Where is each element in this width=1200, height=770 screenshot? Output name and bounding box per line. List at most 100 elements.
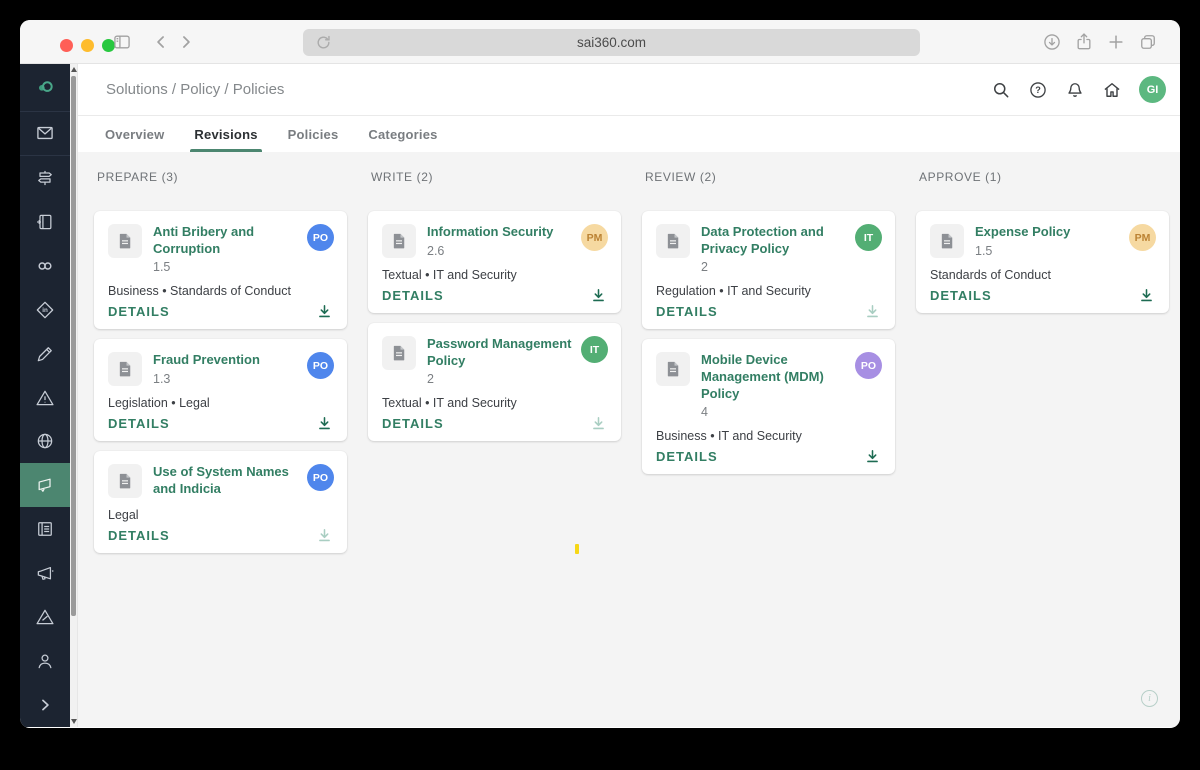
address-bar[interactable]: sai360.com	[303, 29, 920, 56]
scrollbar-thumb[interactable]	[71, 76, 76, 616]
document-icon	[656, 352, 690, 387]
search-icon[interactable]	[991, 80, 1011, 100]
document-icon	[108, 352, 142, 387]
tab-categories[interactable]: Categories	[353, 116, 452, 152]
download-icon[interactable]	[864, 448, 881, 465]
policy-version: 2	[427, 372, 434, 387]
scroll-down-arrow[interactable]	[71, 719, 77, 724]
document-icon	[108, 224, 142, 258]
reload-icon[interactable]	[315, 34, 332, 51]
policy-version: 2.6	[427, 243, 445, 258]
column-write: WRITE (2) Information Security 2.6 PM Te…	[368, 170, 621, 563]
policy-title[interactable]: Anti Bribery and Corruption	[153, 224, 303, 257]
column-header: APPROVE (1)	[919, 170, 1002, 184]
forward-icon[interactable]	[176, 32, 196, 52]
diamond-in-icon[interactable]: in	[20, 288, 70, 332]
person-icon[interactable]	[20, 639, 70, 683]
policy-title[interactable]: Expense Policy	[975, 224, 1070, 241]
details-link[interactable]: DETAILS	[382, 288, 444, 303]
tab-overview[interactable]: Overview	[90, 116, 179, 152]
policy-tags: Legal	[108, 508, 139, 523]
details-link[interactable]: DETAILS	[382, 416, 444, 431]
revisions-board: PREPARE (3) Anti Bribery and Corruption …	[78, 152, 1180, 727]
policy-tags: Business • IT and Security	[656, 429, 802, 444]
assignee-avatar[interactable]: PM	[1129, 224, 1156, 251]
help-icon[interactable]: ?	[1028, 80, 1048, 100]
globe-icon[interactable]	[20, 419, 70, 463]
back-icon[interactable]	[151, 32, 171, 52]
scrollbar[interactable]	[70, 64, 78, 727]
policy-title[interactable]: Use of System Names and Indicia	[153, 464, 303, 497]
policy-version: 2	[701, 260, 708, 275]
policy-card[interactable]: Information Security 2.6 PM Textual • IT…	[368, 211, 621, 313]
column-review: REVIEW (2) Data Protection and Privacy P…	[642, 170, 895, 563]
download-icon[interactable]	[864, 303, 881, 320]
breadcrumb: Solutions / Policy / Policies	[106, 81, 285, 98]
policy-version: 4	[701, 405, 708, 420]
warning-icon[interactable]	[20, 376, 70, 420]
signpost-icon[interactable]	[20, 156, 70, 200]
share-icon[interactable]	[1074, 32, 1094, 52]
assignee-avatar[interactable]: IT	[581, 336, 608, 363]
policy-card[interactable]: Fraud Prevention 1.3 PO Legislation • Le…	[94, 339, 347, 442]
policy-title[interactable]: Information Security	[427, 224, 553, 241]
toggle-sidebar-icon[interactable]	[112, 32, 132, 52]
mail-icon[interactable]	[20, 112, 70, 156]
policy-card[interactable]: Mobile Device Management (MDM) Policy 4 …	[642, 339, 895, 475]
document-icon	[108, 464, 142, 499]
minimize-window-button[interactable]	[81, 39, 94, 52]
expand-sidebar-icon[interactable]	[20, 683, 70, 727]
tab-overview-icon[interactable]	[1138, 32, 1158, 52]
details-link[interactable]: DETAILS	[108, 304, 170, 319]
home-icon[interactable]	[1102, 80, 1122, 100]
policy-card[interactable]: Data Protection and Privacy Policy 2 IT …	[642, 211, 895, 330]
policy-title[interactable]: Data Protection and Privacy Policy	[701, 224, 851, 257]
scroll-up-arrow[interactable]	[71, 67, 77, 72]
cursor-artifact	[575, 544, 579, 554]
sidebar-item-policy[interactable]	[20, 463, 70, 508]
policy-title[interactable]: Mobile Device Management (MDM) Policy	[701, 352, 851, 402]
link-icon[interactable]	[20, 244, 70, 288]
downloads-icon[interactable]	[1042, 32, 1062, 52]
assignee-avatar[interactable]: PM	[581, 224, 608, 251]
user-avatar[interactable]: GI	[1139, 76, 1166, 103]
close-window-button[interactable]	[60, 39, 73, 52]
tab-revisions[interactable]: Revisions	[179, 116, 272, 152]
download-icon[interactable]	[316, 415, 333, 432]
policy-title[interactable]: Password Management Policy	[427, 336, 577, 369]
browser-window: sai360.com in Solutions / Policy / Polic…	[20, 20, 1180, 728]
policy-card[interactable]: Use of System Names and Indicia PO Legal…	[94, 451, 347, 554]
download-icon[interactable]	[1138, 287, 1155, 304]
assignee-avatar[interactable]: IT	[855, 224, 882, 251]
details-link[interactable]: DETAILS	[108, 416, 170, 431]
policy-tags: Business • Standards of Conduct	[108, 284, 291, 299]
journal-icon[interactable]	[20, 200, 70, 244]
app-header: Solutions / Policy / Policies ? GI	[78, 64, 1180, 116]
list-icon[interactable]	[20, 507, 70, 551]
details-link[interactable]: DETAILS	[108, 528, 170, 543]
tab-policies[interactable]: Policies	[273, 116, 354, 152]
download-icon[interactable]	[316, 527, 333, 544]
assignee-avatar[interactable]: PO	[307, 224, 334, 251]
warning-alt-icon[interactable]	[20, 595, 70, 639]
notifications-icon[interactable]	[1065, 80, 1085, 100]
policy-card[interactable]: Password Management Policy 2 IT Textual …	[368, 323, 621, 442]
policy-card[interactable]: Anti Bribery and Corruption 1.5 PO Busin…	[94, 211, 347, 330]
window-controls	[60, 39, 115, 52]
details-link[interactable]: DETAILS	[930, 288, 992, 303]
megaphone-icon[interactable]	[20, 551, 70, 595]
column-header: PREPARE (3)	[97, 170, 179, 184]
policy-tags: Legislation • Legal	[108, 396, 210, 411]
policy-title[interactable]: Fraud Prevention	[153, 352, 260, 369]
download-icon[interactable]	[590, 287, 607, 304]
sai360-logo[interactable]	[20, 64, 70, 112]
info-icon[interactable]: i	[1141, 690, 1158, 707]
download-icon[interactable]	[590, 415, 607, 432]
policy-card[interactable]: Expense Policy 1.5 PM Standards of Condu…	[916, 211, 1169, 313]
policy-version: 1.3	[153, 371, 171, 386]
new-tab-icon[interactable]	[1106, 32, 1126, 52]
download-icon[interactable]	[316, 303, 333, 320]
details-link[interactable]: DETAILS	[656, 449, 718, 464]
details-link[interactable]: DETAILS	[656, 304, 718, 319]
pencil-icon[interactable]	[20, 332, 70, 376]
